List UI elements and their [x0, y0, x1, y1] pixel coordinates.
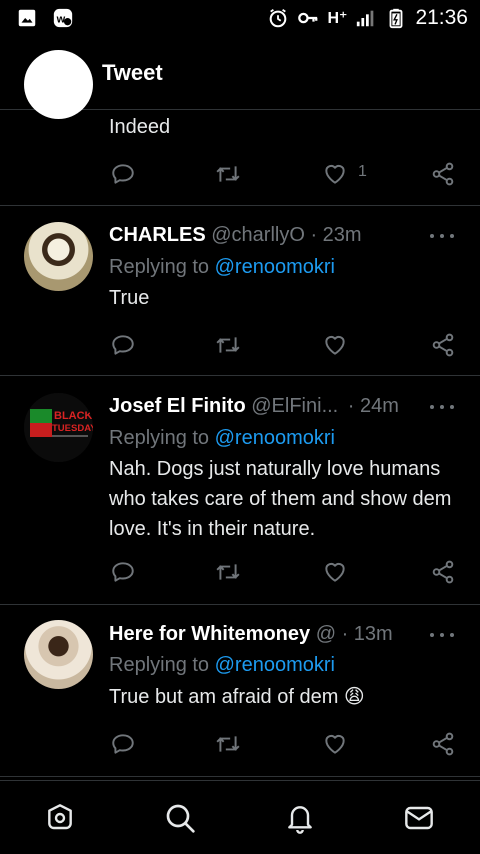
tweet-text: True but am afraid of dem 😩 [109, 686, 365, 708]
mention-link[interactable]: @renoomokri [215, 654, 335, 676]
avatar-text-line-2: TUESDAY [52, 423, 93, 434]
display-name[interactable]: CHARLES [109, 224, 206, 246]
replying-to: Replying to @renoomokri [109, 427, 335, 450]
like-button[interactable] [320, 330, 350, 360]
retweet-button[interactable] [213, 159, 243, 189]
tweet-reply[interactable]: Indeed 1 [0, 50, 480, 206]
tweet-reply[interactable]: BLACK TUESDAY Josef El Finito @ElFini...… [0, 376, 480, 605]
nav-messages[interactable] [402, 801, 436, 835]
replying-label: Replying to [109, 654, 210, 676]
avatar[interactable] [24, 620, 93, 689]
home-icon [48, 804, 72, 830]
reply-button[interactable] [108, 557, 138, 587]
more-options-button[interactable] [430, 231, 454, 241]
replying-label: Replying to [109, 427, 210, 449]
user-handle[interactable]: @charllyO [211, 224, 305, 246]
share-button[interactable] [428, 729, 458, 759]
nav-search[interactable] [163, 801, 197, 835]
more-options-button[interactable] [430, 402, 454, 412]
reply-button[interactable] [108, 330, 138, 360]
bottom-navigation [0, 780, 480, 854]
heart-icon [325, 734, 345, 754]
heart-icon [325, 164, 345, 184]
app-badge-icon: w [53, 8, 73, 28]
reply-button[interactable] [108, 729, 138, 759]
heart-icon [325, 562, 345, 582]
tweet-actions [0, 557, 480, 587]
svg-text:w: w [56, 14, 66, 26]
mention-link[interactable]: @renoomokri [215, 256, 335, 278]
share-button[interactable] [428, 557, 458, 587]
display-name[interactable]: Josef El Finito [109, 395, 246, 417]
tweet-header: Here for Whitemoney @ · 13m [109, 623, 393, 646]
like-button[interactable] [320, 159, 350, 189]
nav-notifications[interactable] [283, 801, 317, 835]
notifications-icon [288, 806, 312, 834]
key-icon [298, 12, 318, 24]
tweet-text: Nah. Dogs just naturally love humans who… [109, 458, 452, 540]
share-icon [432, 333, 454, 357]
battery-icon [390, 8, 403, 29]
tweet-actions [0, 729, 480, 759]
status-bar: w H⁺ 21:36 [0, 0, 480, 38]
like-button[interactable] [320, 557, 350, 587]
reply-icon [112, 164, 134, 184]
more-options-button[interactable] [430, 630, 454, 640]
messages-icon [405, 806, 433, 830]
display-name[interactable]: Here for Whitemoney [109, 623, 310, 645]
share-button[interactable] [428, 330, 458, 360]
replying-to: Replying to @renoomokri [109, 654, 335, 677]
retweet-icon [216, 337, 240, 353]
nav-home[interactable] [43, 801, 77, 835]
tweet-time: · 13m [341, 623, 393, 645]
signal-icon [357, 10, 374, 27]
tweet-time: · 24m [347, 395, 399, 417]
retweet-button[interactable] [213, 330, 243, 360]
image-icon [18, 9, 36, 27]
reply-icon [112, 562, 134, 582]
page-title: Tweet [102, 60, 163, 85]
like-count: 1 [358, 163, 367, 180]
alarm-icon [270, 8, 287, 28]
tweet-time: · 23m [310, 224, 362, 246]
avatar-image: BLACK TUESDAY [24, 393, 93, 462]
tweet-actions: 1 [0, 159, 480, 189]
tweet-reply[interactable]: Here for Whitemoney @ · 13m Replying to … [0, 605, 480, 777]
reply-button[interactable] [108, 159, 138, 189]
avatar[interactable]: BLACK TUESDAY [24, 393, 93, 462]
tweet-text: Indeed [109, 116, 171, 138]
share-icon [432, 732, 454, 756]
heart-icon [325, 335, 345, 355]
tweet-text: True [109, 287, 150, 309]
share-icon [432, 560, 454, 584]
avatar-text-line-1: BLACK [54, 410, 93, 422]
mention-link[interactable]: @renoomokri [215, 427, 335, 449]
tweet-header: Josef El Finito @ElFini... · 24m [109, 395, 399, 418]
avatar[interactable] [24, 50, 93, 119]
retweet-icon [216, 166, 240, 182]
avatar[interactable] [24, 222, 93, 291]
user-handle[interactable]: @ElFini... [251, 395, 338, 417]
retweet-icon [216, 736, 240, 752]
replying-label: Replying to [109, 256, 210, 278]
replying-to: Replying to @renoomokri [109, 256, 335, 279]
reply-icon [112, 335, 134, 355]
share-button[interactable] [428, 159, 458, 189]
reply-icon [112, 734, 134, 754]
retweet-icon [216, 564, 240, 580]
tweet-actions [0, 330, 480, 360]
network-type: H⁺ [327, 10, 348, 27]
search-icon [166, 804, 195, 833]
like-button[interactable] [320, 729, 350, 759]
tweet-reply[interactable]: CHARLES @charllyO · 23m Replying to @ren… [0, 206, 480, 376]
clock: 21:36 [415, 6, 468, 29]
tweet-header: CHARLES @charllyO · 23m [109, 224, 362, 247]
user-handle[interactable]: @ [316, 623, 336, 645]
retweet-button[interactable] [213, 557, 243, 587]
retweet-button[interactable] [213, 729, 243, 759]
share-icon [432, 162, 454, 186]
